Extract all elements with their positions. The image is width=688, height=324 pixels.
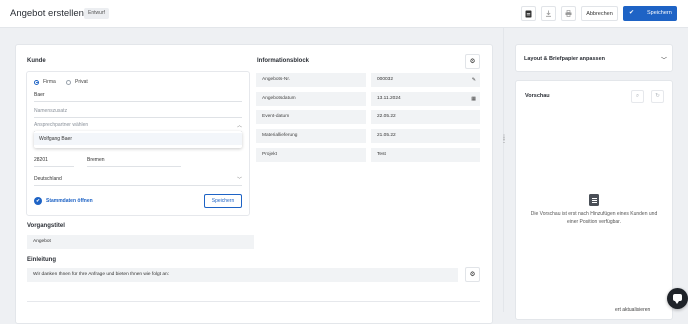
projekt-field[interactable]: Test xyxy=(371,148,480,162)
zoom-button[interactable]: ⌕ xyxy=(631,90,644,103)
layout-card[interactable]: Layout & Briefpapier anpassen ﹀ xyxy=(515,44,673,72)
info-value: 000032 xyxy=(377,77,394,82)
kunde-title: Kunde xyxy=(27,58,46,64)
save-button-label: Speichern xyxy=(647,10,672,16)
radio-dot-checked xyxy=(34,79,39,85)
angebotsdatum-field[interactable]: 13.11.2024 ▦ xyxy=(371,92,480,106)
vorgangstitel-field[interactable]: Angebot xyxy=(27,235,254,249)
einleitung-field[interactable]: Wir danken Ihnen für Ihre Anfrage und bi… xyxy=(27,268,458,282)
refresh-icon: ↻ xyxy=(655,93,660,99)
auto-update-label: ert aktualisieren xyxy=(615,307,651,313)
info-settings-button[interactable]: ⚙ xyxy=(465,54,480,69)
page-title: Angebot erstellen xyxy=(10,8,84,19)
radio-privat-label: Privat xyxy=(75,79,88,85)
dropdown-option[interactable]: Wolfgang Baer xyxy=(34,133,242,145)
plz-field[interactable]: 28201 xyxy=(34,157,74,167)
document-icon xyxy=(589,194,599,206)
materiallieferung-field[interactable]: 21.05.22 xyxy=(371,129,480,143)
ansprechpartner-dropdown: Wolfgang Baer xyxy=(34,131,242,148)
check-icon: ✔ xyxy=(629,10,635,16)
angebots-nr-field[interactable]: 000032 ✎ xyxy=(371,73,480,87)
preview-title: Vorschau xyxy=(525,93,550,99)
print-icon xyxy=(565,10,572,17)
gear-icon: ⚙ xyxy=(469,58,476,65)
stammdaten-label: Stammdaten öffnen xyxy=(46,198,93,204)
save-button[interactable]: ✔ Speichern xyxy=(623,6,677,21)
info-label: Projekt xyxy=(256,148,366,162)
chevron-down-icon[interactable]: ﹀ xyxy=(661,55,667,64)
top-bar: Angebot erstellen Entwurf Abbrechen ✔ Sp… xyxy=(0,0,688,28)
info-label: Event-datum xyxy=(256,110,366,124)
chat-button[interactable] xyxy=(667,288,688,309)
document-button[interactable] xyxy=(521,6,536,21)
info-label: Materiallieferung xyxy=(256,129,366,143)
drag-handle-icon[interactable]: ⋮ ⋮ xyxy=(501,135,507,144)
kunde-save-button[interactable]: Speichern xyxy=(204,194,242,208)
vorgangstitel-title: Vorgangstitel xyxy=(27,223,65,229)
status-badge: Entwurf xyxy=(84,8,109,19)
panel-splitter[interactable] xyxy=(503,28,504,312)
document-icon xyxy=(525,10,532,17)
info-label: Angebotsdatum xyxy=(256,92,366,106)
info-value: 13.11.2024 xyxy=(377,96,401,101)
einleitung-title: Einleitung xyxy=(27,257,56,263)
einleitung-settings-button[interactable]: ⚙ xyxy=(465,267,480,282)
informationsblock-title: Informationsblock xyxy=(257,58,310,64)
cancel-button[interactable]: Abbrechen xyxy=(581,6,618,21)
name-field[interactable]: Baer xyxy=(34,92,242,102)
ort-field[interactable]: Bremen xyxy=(87,157,181,167)
search-icon: ⌕ xyxy=(635,93,640,99)
refresh-button[interactable]: ↻ xyxy=(651,90,664,103)
info-label: Angebots-Nr. xyxy=(256,73,366,87)
download-button[interactable] xyxy=(541,6,556,21)
event-datum-field[interactable]: 22.05.22 xyxy=(371,110,480,124)
radio-privat[interactable]: Privat xyxy=(66,79,88,85)
chevron-down-icon[interactable]: ﹀ xyxy=(237,176,242,183)
namenszusatz-field[interactable]: Namenszusatz xyxy=(34,108,242,118)
radio-firma-label: Firma xyxy=(43,79,56,85)
land-select[interactable]: Deutschland xyxy=(34,176,242,186)
stammdaten-link[interactable]: ✔ Stammdaten öffnen xyxy=(34,197,93,205)
divider xyxy=(27,301,480,302)
radio-firma[interactable]: Firma xyxy=(34,79,56,85)
chevron-up-icon[interactable]: ︿ xyxy=(237,122,242,129)
calendar-icon[interactable]: ▦ xyxy=(471,92,476,106)
print-button[interactable] xyxy=(561,6,576,21)
download-icon xyxy=(546,10,551,17)
radio-dot xyxy=(66,79,71,85)
gear-icon: ⚙ xyxy=(469,271,476,278)
pencil-icon[interactable]: ✎ xyxy=(472,73,476,87)
check-circle-icon: ✔ xyxy=(34,197,42,205)
preview-empty-text: Die Vorschau ist erst nach Hinzufügen ei… xyxy=(530,211,658,225)
layout-title: Layout & Briefpapier anpassen xyxy=(524,56,605,62)
chat-bubble-icon xyxy=(673,294,682,304)
